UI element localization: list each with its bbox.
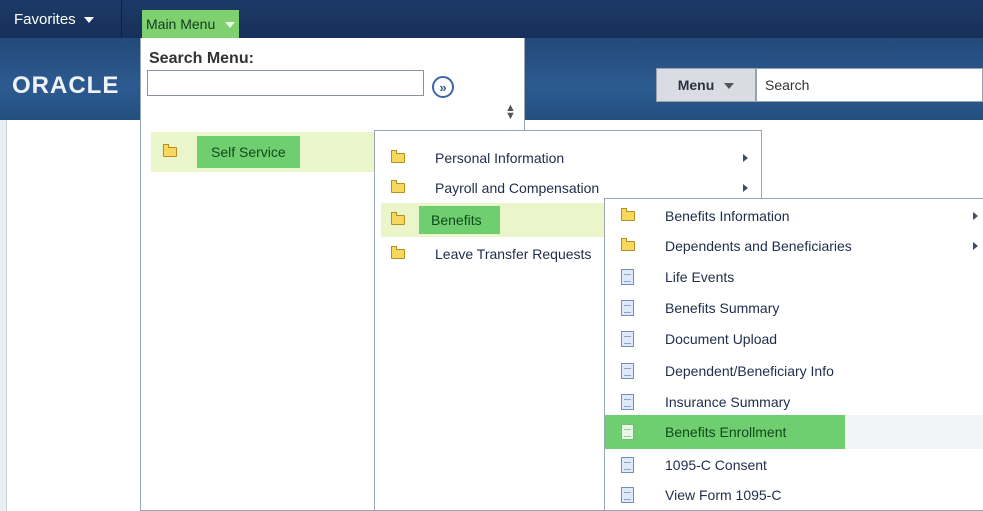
search-menu-label: Search Menu: <box>149 50 254 67</box>
menu-item-label: Personal Information <box>435 150 565 166</box>
menu-item-document-upload[interactable]: Document Upload <box>621 328 921 350</box>
document-icon <box>621 269 634 285</box>
benefits-enrollment-highlight: Benefits Enrollment <box>605 415 845 449</box>
chevron-down-icon <box>83 17 94 23</box>
menu-item-label: Dependents and Beneficiaries <box>665 238 852 254</box>
chevron-down-icon <box>724 83 735 89</box>
document-icon <box>621 363 634 379</box>
menu-item-benefits[interactable]: Benefits <box>381 203 605 237</box>
benefits-submenu: Benefits Information Dependents and Bene… <box>604 198 983 511</box>
menu-item-self-service[interactable]: Self Service <box>151 132 391 172</box>
search-menu-input[interactable] <box>147 70 424 96</box>
global-search-input[interactable] <box>756 68 983 102</box>
menu-item-view-form-1095c[interactable]: View Form 1095-C <box>621 484 921 506</box>
menu-item-label: Benefits Information <box>665 208 790 224</box>
menu-item-benefits-enrollment[interactable]: Benefits Enrollment <box>605 415 983 449</box>
chevron-down-icon <box>225 22 236 28</box>
chevron-right-icon <box>743 154 748 162</box>
double-chevron-right-icon: » <box>439 79 447 95</box>
menu-item-label: Payroll and Compensation <box>435 180 600 196</box>
menu-item-label: 1095-C Consent <box>665 457 767 473</box>
folder-icon <box>391 212 405 225</box>
folder-icon <box>163 144 177 157</box>
document-icon <box>621 331 634 347</box>
menu-item-label: Benefits Enrollment <box>665 424 787 440</box>
search-scope-dropdown[interactable]: Menu <box>656 68 756 102</box>
chevron-right-icon <box>743 184 748 192</box>
document-icon <box>621 487 634 503</box>
menu-item-benefits-information[interactable]: Benefits Information <box>621 205 983 227</box>
menu-item-insurance-summary[interactable]: Insurance Summary <box>621 391 921 413</box>
menu-item-label: Document Upload <box>665 331 778 347</box>
main-menu-label: Main Menu <box>146 16 216 32</box>
page-left-edge <box>0 120 7 511</box>
menu-item-label: Life Events <box>665 269 735 285</box>
menu-item-personal-information[interactable]: Personal Information <box>391 147 751 169</box>
document-icon <box>621 300 634 316</box>
document-icon <box>621 394 634 410</box>
menu-item-benefits-summary[interactable]: Benefits Summary <box>621 297 921 319</box>
document-icon <box>621 457 634 473</box>
menu-item-dependent-beneficiary-info[interactable]: Dependent/Beneficiary Info <box>621 360 921 382</box>
menu-item-label: Benefits Summary <box>665 300 780 316</box>
document-icon <box>621 424 634 440</box>
folder-icon <box>391 246 405 259</box>
search-scope-label: Menu <box>677 77 715 93</box>
folder-icon <box>391 150 405 163</box>
oracle-logo: ORACLE <box>12 72 120 99</box>
menu-item-label: Benefits <box>419 206 500 234</box>
folder-icon <box>621 208 635 221</box>
sort-icon[interactable]: ▲ ▼ <box>505 103 516 122</box>
menu-item-dependents-beneficiaries[interactable]: Dependents and Beneficiaries <box>621 235 983 257</box>
favorites-menu[interactable]: Favorites <box>0 0 122 38</box>
folder-icon <box>621 238 635 251</box>
menu-item-label: Leave Transfer Requests <box>435 246 592 262</box>
menu-item-life-events[interactable]: Life Events <box>621 266 921 288</box>
search-go-button[interactable]: » <box>432 76 454 98</box>
menu-item-leave-transfer[interactable]: Leave Transfer Requests <box>391 243 611 265</box>
favorites-label: Favorites <box>14 10 76 28</box>
chevron-right-icon <box>973 212 978 220</box>
folder-icon <box>391 180 405 193</box>
main-menu-button[interactable]: Main Menu <box>142 10 240 38</box>
global-search: Menu <box>656 68 983 102</box>
menu-item-label: Insurance Summary <box>665 394 791 410</box>
menu-item-label: Dependent/Beneficiary Info <box>665 363 834 379</box>
menu-item-label: View Form 1095-C <box>665 487 782 503</box>
chevron-right-icon <box>973 242 978 250</box>
menu-item-1095c-consent[interactable]: 1095-C Consent <box>621 454 921 476</box>
menu-item-payroll-compensation[interactable]: Payroll and Compensation <box>391 177 751 199</box>
menu-item-label: Self Service <box>197 136 300 168</box>
